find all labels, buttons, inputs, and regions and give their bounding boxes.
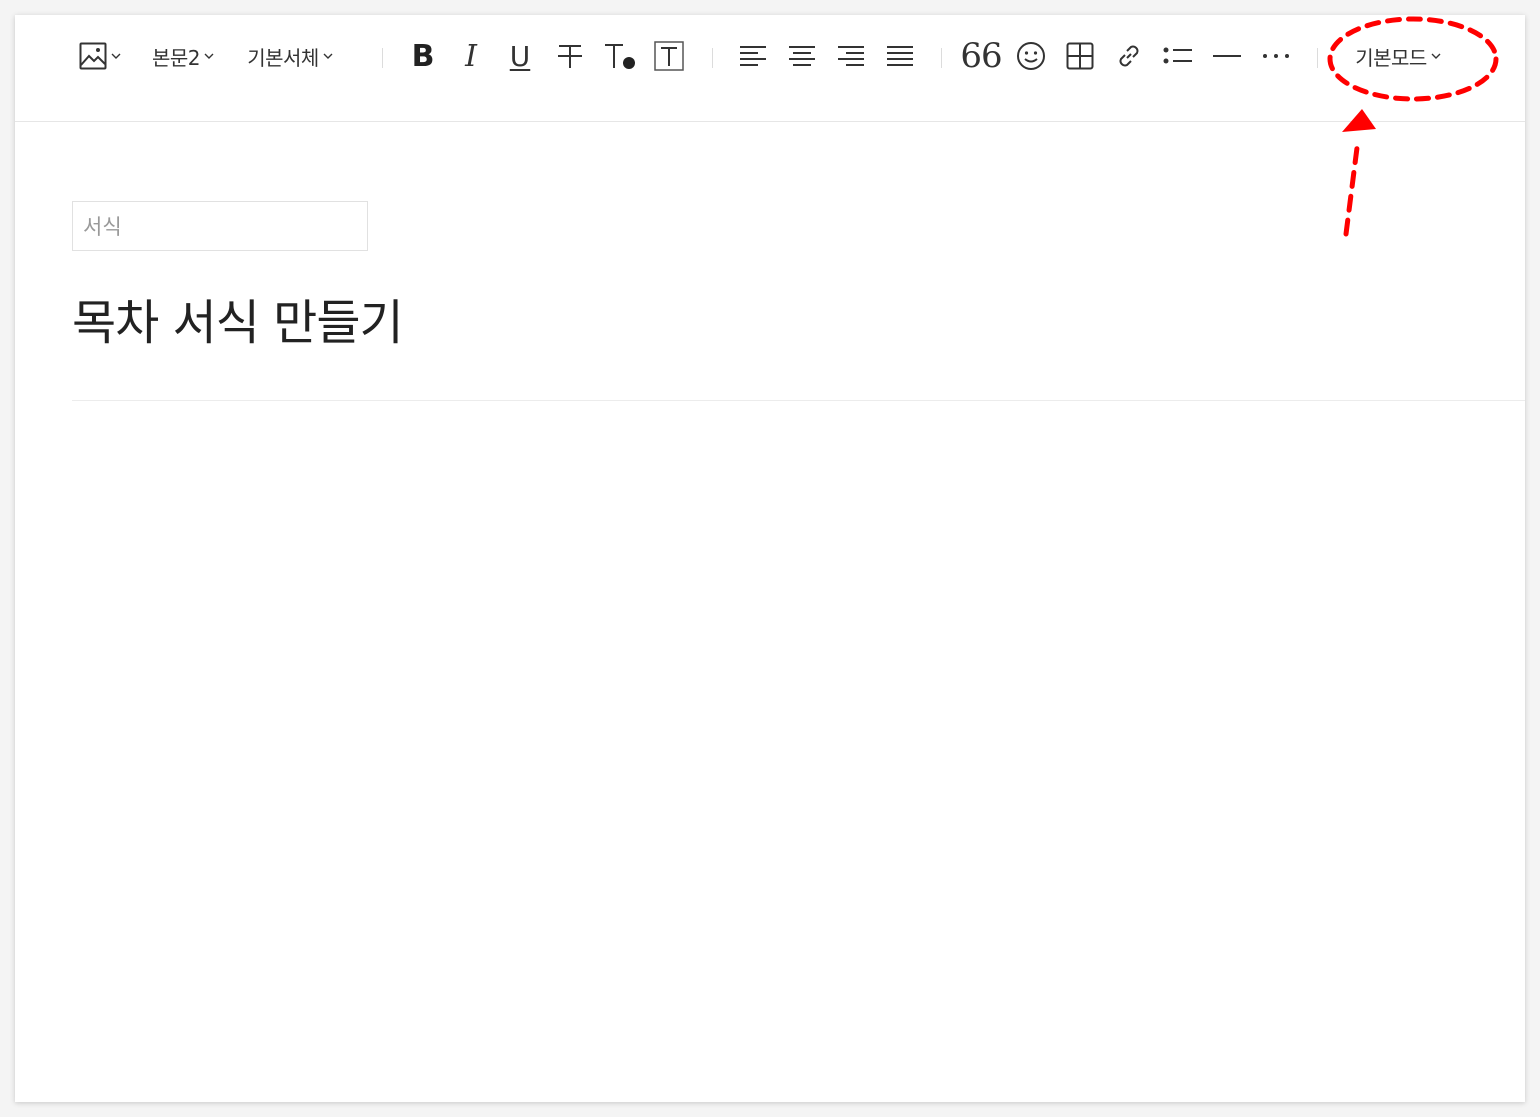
quote-button[interactable]: 66 xyxy=(960,36,1002,76)
emoji-button[interactable] xyxy=(1015,39,1047,73)
toolbar-separator xyxy=(712,48,713,68)
text-color-icon xyxy=(604,41,636,71)
italic-icon: I xyxy=(465,38,477,74)
paragraph-style-label: 본문2 xyxy=(151,45,201,70)
toolbar-separator xyxy=(941,48,942,68)
list-button[interactable] xyxy=(1162,39,1194,73)
format-input-placeholder: 서식 xyxy=(83,215,122,239)
text-color-button[interactable] xyxy=(602,39,638,73)
font-family-dropdown[interactable]: 기본서체 xyxy=(242,39,338,73)
chevron-down-icon xyxy=(111,52,121,60)
align-left-button[interactable] xyxy=(737,39,769,73)
chevron-down-icon xyxy=(1431,52,1441,60)
title-divider xyxy=(72,400,1525,401)
align-left-icon xyxy=(739,44,767,68)
horizontal-rule-button[interactable] xyxy=(1211,39,1243,73)
emoji-icon xyxy=(1016,41,1046,71)
quote-icon: 66 xyxy=(960,36,1002,76)
toolbar-separator xyxy=(382,48,383,68)
align-justify-icon xyxy=(886,44,914,68)
align-center-icon xyxy=(788,44,816,68)
editor-panel: 본문2 기본서체 B I U 66 기본모드 서식 목차 서식 만들기 xyxy=(15,15,1525,1102)
bold-icon: B xyxy=(411,38,435,74)
image-insert-button[interactable] xyxy=(77,39,123,73)
image-icon xyxy=(79,42,107,70)
strikethrough-button[interactable] xyxy=(554,39,586,73)
font-family-label: 기본서체 xyxy=(247,45,319,70)
align-right-icon xyxy=(837,44,865,68)
more-icon xyxy=(1262,53,1290,59)
strikethrough-icon xyxy=(557,42,583,70)
format-input[interactable]: 서식 xyxy=(72,201,368,251)
more-button[interactable] xyxy=(1260,39,1292,73)
align-right-button[interactable] xyxy=(835,39,867,73)
underline-button[interactable]: U xyxy=(504,39,536,73)
bold-button[interactable]: B xyxy=(407,38,439,74)
editor-mode-label: 기본모드 xyxy=(1355,45,1427,70)
list-icon xyxy=(1163,44,1193,68)
text-background-icon xyxy=(654,41,684,71)
text-background-button[interactable] xyxy=(652,39,686,73)
underline-icon: U xyxy=(509,39,531,73)
horizontal-rule-icon xyxy=(1213,53,1241,59)
table-icon xyxy=(1066,42,1094,70)
link-icon xyxy=(1114,41,1144,71)
editor-toolbar: 본문2 기본서체 B I U 66 기본모드 xyxy=(15,15,1525,122)
chevron-down-icon xyxy=(204,52,214,60)
chevron-down-icon xyxy=(323,52,333,60)
table-button[interactable] xyxy=(1064,39,1096,73)
editor-mode-dropdown[interactable]: 기본모드 xyxy=(1348,39,1448,73)
document-title[interactable]: 목차 서식 만들기 xyxy=(72,283,404,353)
italic-button[interactable]: I xyxy=(455,38,487,74)
paragraph-style-dropdown[interactable]: 본문2 xyxy=(147,39,219,73)
toolbar-separator xyxy=(1317,48,1318,68)
align-justify-button[interactable] xyxy=(884,39,916,73)
link-button[interactable] xyxy=(1113,39,1145,73)
align-center-button[interactable] xyxy=(786,39,818,73)
